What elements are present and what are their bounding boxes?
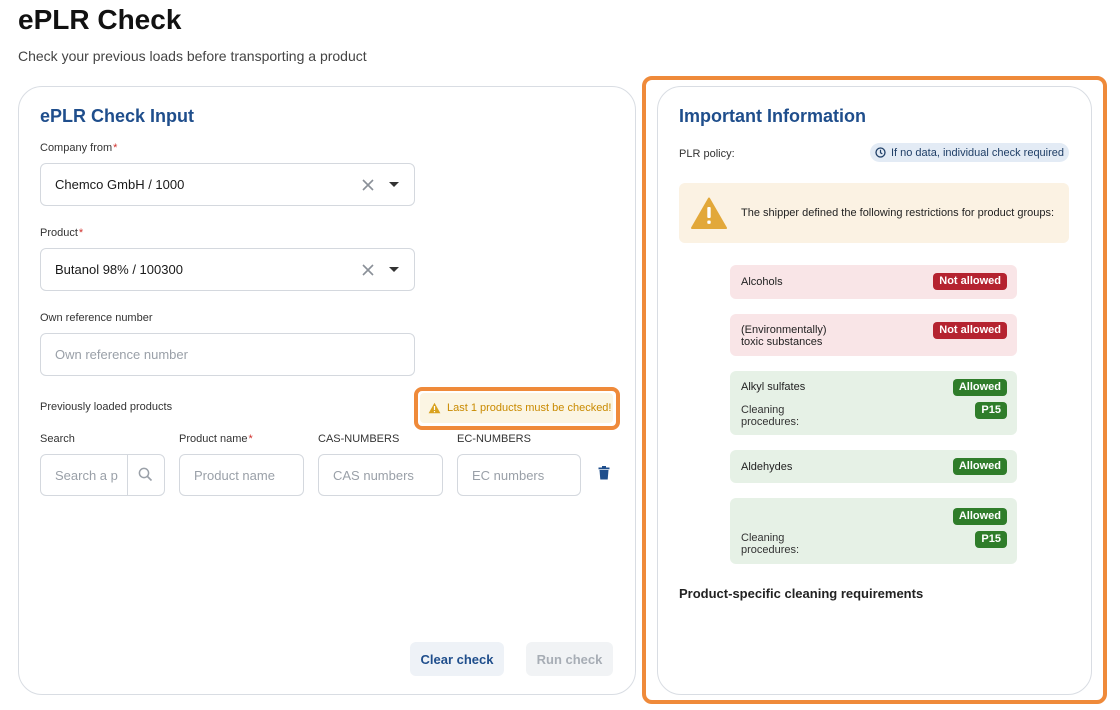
input-card-title: ePLR Check Input: [40, 106, 195, 126]
column-search: Search: [40, 433, 75, 445]
plr-policy-chip: If no data, individual check required: [870, 143, 1069, 162]
product-name-placeholder: Product name: [194, 467, 275, 483]
column-product-name: Product name*: [179, 433, 253, 445]
product-select[interactable]: Butanol 98% / 100300: [40, 248, 415, 291]
rule-name: (Environmentally) toxic substances: [741, 324, 827, 348]
restrictions-notice: The shipper defined the following restri…: [679, 183, 1069, 243]
product-label: Product*: [40, 227, 84, 239]
column-cas-numbers: CAS-NUMBERS: [318, 433, 400, 445]
page-title: ePLR Check: [18, 4, 182, 35]
product-value: Butanol 98% / 100300: [55, 262, 183, 277]
reference-input[interactable]: Own reference number: [40, 333, 415, 376]
company-value: Chemco GmbH / 1000: [55, 177, 185, 192]
info-clock-icon: [875, 147, 886, 158]
search-placeholder: Search a p: [55, 467, 118, 483]
chevron-down-icon[interactable]: [389, 267, 399, 272]
company-select[interactable]: Chemco GmbH / 1000: [40, 163, 415, 206]
cas-numbers-input[interactable]: CAS numbers: [318, 454, 443, 496]
reference-placeholder: Own reference number: [55, 347, 188, 362]
restrictions-notice-text: The shipper defined the following restri…: [741, 207, 1055, 219]
status-badge: Not allowed: [933, 273, 1007, 290]
search-icon[interactable]: [138, 467, 153, 482]
status-badge: Allowed: [952, 458, 1007, 475]
cleaning-procedures-label: Cleaning procedures:: [741, 532, 800, 556]
page-subtitle: Check your previous loads before transpo…: [18, 48, 367, 64]
ec-numbers-input[interactable]: EC numbers: [457, 454, 581, 496]
clear-check-button[interactable]: Clear check: [410, 642, 504, 676]
status-badge: Not allowed: [933, 322, 1007, 339]
rule-alkyl-sulfates: Alkyl sulfates Allowed Cleaning procedure…: [730, 371, 1017, 435]
reference-label: Own reference number: [40, 312, 153, 324]
ec-placeholder: EC numbers: [472, 467, 545, 483]
warning-highlight: [414, 387, 620, 430]
trash-icon[interactable]: [598, 466, 610, 480]
rule-name: Aldehydes: [741, 461, 793, 473]
company-label: Company from*: [40, 142, 118, 154]
status-badge: Allowed: [952, 379, 1007, 396]
rule-aldehydes: Aldehydes Allowed: [730, 450, 1017, 483]
rule-name: Alkyl sulfates: [741, 381, 806, 393]
cleaning-requirements-heading: Product-specific cleaning requirements: [679, 586, 924, 601]
clear-icon[interactable]: [361, 263, 375, 277]
rule-unnamed: Allowed Cleaning procedures: P15: [730, 498, 1017, 564]
rule-name: Alcohols: [741, 276, 783, 288]
warning-triangle-icon: [691, 197, 727, 229]
run-check-button[interactable]: Run check: [526, 642, 613, 676]
plr-policy-value: If no data, individual check required: [890, 146, 1065, 159]
plr-policy-label: PLR policy:: [679, 148, 735, 160]
clear-icon[interactable]: [361, 178, 375, 192]
column-ec-numbers: EC-NUMBERS: [457, 433, 531, 445]
previous-products-label: Previously loaded products: [40, 401, 173, 413]
search-divider: [127, 455, 128, 495]
status-badge: Allowed: [952, 508, 1007, 525]
rule-alcohols: Alcohols Not allowed: [730, 265, 1017, 299]
rule-toxic-substances: (Environmentally) toxic substances Not al…: [730, 314, 1017, 356]
cleaning-procedures-label: Cleaning procedures:: [741, 404, 800, 428]
chevron-down-icon[interactable]: [389, 182, 399, 187]
procedure-code-badge: P15: [975, 402, 1007, 419]
info-card-title: Important Information: [679, 106, 866, 126]
cas-placeholder: CAS numbers: [333, 467, 414, 483]
procedure-code-badge: P15: [975, 531, 1007, 548]
product-name-input[interactable]: Product name: [179, 454, 304, 496]
